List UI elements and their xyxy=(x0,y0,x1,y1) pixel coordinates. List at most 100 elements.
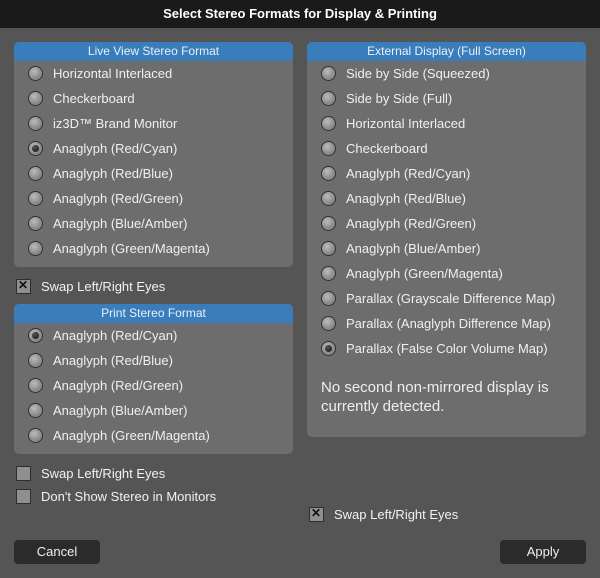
external-panel: External Display (Full Screen) Side by S… xyxy=(307,42,586,437)
liveView-option[interactable]: Anaglyph (Red/Cyan) xyxy=(14,136,293,161)
external-radio[interactable] xyxy=(321,91,336,106)
external-options: Side by Side (Squeezed) Side by Side (Ful… xyxy=(307,61,586,361)
external-radio[interactable] xyxy=(321,266,336,281)
external-option[interactable]: Anaglyph (Red/Cyan) xyxy=(307,161,586,186)
liveView-radio-label: Anaglyph (Green/Magenta) xyxy=(53,241,210,256)
external-radio-label: Parallax (Grayscale Difference Map) xyxy=(346,291,555,306)
external-option[interactable]: Side by Side (Squeezed) xyxy=(307,61,586,86)
external-radio-label: Anaglyph (Red/Cyan) xyxy=(346,166,470,181)
external-radio[interactable] xyxy=(321,341,336,356)
live-view-swap-row[interactable]: Swap Left/Right Eyes xyxy=(14,275,293,298)
external-option[interactable]: Horizontal Interlaced xyxy=(307,111,586,136)
print-radio[interactable] xyxy=(28,428,43,443)
print-radio[interactable] xyxy=(28,403,43,418)
liveView-radio[interactable] xyxy=(28,116,43,131)
liveView-radio[interactable] xyxy=(28,216,43,231)
print-swap-checkbox[interactable] xyxy=(16,466,31,481)
print-dont-show-checkbox[interactable] xyxy=(16,489,31,504)
external-swap-label: Swap Left/Right Eyes xyxy=(334,507,458,522)
external-radio-label: Anaglyph (Blue/Amber) xyxy=(346,241,480,256)
liveView-radio[interactable] xyxy=(28,166,43,181)
external-radio[interactable] xyxy=(321,291,336,306)
external-radio-label: Parallax (Anaglyph Difference Map) xyxy=(346,316,551,331)
external-option[interactable]: Anaglyph (Red/Green) xyxy=(307,211,586,236)
liveView-radio[interactable] xyxy=(28,91,43,106)
external-radio[interactable] xyxy=(321,116,336,131)
left-column: Live View Stereo Format Horizontal Inter… xyxy=(14,42,293,530)
print-swap-row[interactable]: Swap Left/Right Eyes xyxy=(14,462,293,485)
print-radio[interactable] xyxy=(28,353,43,368)
external-info-text: No second non-mirrored display is curren… xyxy=(307,361,586,417)
print-swap-label: Swap Left/Right Eyes xyxy=(41,466,165,481)
liveView-radio-label: Anaglyph (Blue/Amber) xyxy=(53,216,187,231)
external-radio-label: Side by Side (Squeezed) xyxy=(346,66,490,81)
external-radio-label: Anaglyph (Green/Magenta) xyxy=(346,266,503,281)
external-option[interactable]: Side by Side (Full) xyxy=(307,86,586,111)
print-options: Anaglyph (Red/Cyan) Anaglyph (Red/Blue) An… xyxy=(14,323,293,448)
print-option[interactable]: Anaglyph (Red/Cyan) xyxy=(14,323,293,348)
external-option[interactable]: Checkerboard xyxy=(307,136,586,161)
dialog-footer: Cancel Apply xyxy=(0,530,600,578)
external-option[interactable]: Parallax (Anaglyph Difference Map) xyxy=(307,311,586,336)
live-view-swap-checkbox[interactable] xyxy=(16,279,31,294)
external-swap-row[interactable]: Swap Left/Right Eyes xyxy=(307,503,586,526)
external-radio-label: Parallax (False Color Volume Map) xyxy=(346,341,548,356)
print-radio-label: Anaglyph (Green/Magenta) xyxy=(53,428,210,443)
liveView-radio-label: Horizontal Interlaced xyxy=(53,66,172,81)
print-dont-show-label: Don't Show Stereo in Monitors xyxy=(41,489,216,504)
dialog-title: Select Stereo Formats for Display & Prin… xyxy=(0,0,600,28)
external-radio[interactable] xyxy=(321,216,336,231)
liveView-option[interactable]: Checkerboard xyxy=(14,86,293,111)
external-radio-label: Checkerboard xyxy=(346,141,428,156)
liveView-radio-label: iz3D™ Brand Monitor xyxy=(53,116,177,131)
print-option[interactable]: Anaglyph (Green/Magenta) xyxy=(14,423,293,448)
liveView-option[interactable]: Horizontal Interlaced xyxy=(14,61,293,86)
external-radio[interactable] xyxy=(321,166,336,181)
external-radio-label: Anaglyph (Red/Green) xyxy=(346,216,476,231)
cancel-button[interactable]: Cancel xyxy=(14,540,100,564)
print-radio-label: Anaglyph (Red/Green) xyxy=(53,378,183,393)
external-header: External Display (Full Screen) xyxy=(307,42,586,61)
liveView-radio[interactable] xyxy=(28,141,43,156)
live-view-swap-label: Swap Left/Right Eyes xyxy=(41,279,165,294)
print-panel: Print Stereo Format Anaglyph (Red/Cyan)A… xyxy=(14,304,293,454)
liveView-option[interactable]: Anaglyph (Green/Magenta) xyxy=(14,236,293,261)
liveView-radio-label: Anaglyph (Red/Cyan) xyxy=(53,141,177,156)
liveView-option[interactable]: Anaglyph (Blue/Amber) xyxy=(14,211,293,236)
live-view-header: Live View Stereo Format xyxy=(14,42,293,61)
external-option[interactable]: Anaglyph (Red/Blue) xyxy=(307,186,586,211)
apply-button[interactable]: Apply xyxy=(500,540,586,564)
external-radio[interactable] xyxy=(321,66,336,81)
external-radio-label: Side by Side (Full) xyxy=(346,91,452,106)
dialog-body: Live View Stereo Format Horizontal Inter… xyxy=(0,28,600,530)
external-swap-checkbox[interactable] xyxy=(309,507,324,522)
external-option[interactable]: Anaglyph (Blue/Amber) xyxy=(307,236,586,261)
external-option[interactable]: Parallax (Grayscale Difference Map) xyxy=(307,286,586,311)
print-option[interactable]: Anaglyph (Blue/Amber) xyxy=(14,398,293,423)
external-radio[interactable] xyxy=(321,141,336,156)
print-header: Print Stereo Format xyxy=(14,304,293,323)
external-option[interactable]: Anaglyph (Green/Magenta) xyxy=(307,261,586,286)
external-radio-label: Anaglyph (Red/Blue) xyxy=(346,191,466,206)
external-radio[interactable] xyxy=(321,191,336,206)
external-option[interactable]: Parallax (False Color Volume Map) xyxy=(307,336,586,361)
liveView-option[interactable]: Anaglyph (Red/Blue) xyxy=(14,161,293,186)
live-view-options: Horizontal Interlaced Checkerboard iz3D™ B… xyxy=(14,61,293,261)
liveView-option[interactable]: Anaglyph (Red/Green) xyxy=(14,186,293,211)
liveView-radio[interactable] xyxy=(28,241,43,256)
liveView-radio[interactable] xyxy=(28,191,43,206)
live-view-panel: Live View Stereo Format Horizontal Inter… xyxy=(14,42,293,267)
liveView-radio-label: Anaglyph (Red/Blue) xyxy=(53,166,173,181)
print-dont-show-row[interactable]: Don't Show Stereo in Monitors xyxy=(14,485,293,508)
print-radio-label: Anaglyph (Red/Cyan) xyxy=(53,328,177,343)
external-radio[interactable] xyxy=(321,241,336,256)
print-option[interactable]: Anaglyph (Red/Blue) xyxy=(14,348,293,373)
dialog-window: Select Stereo Formats for Display & Prin… xyxy=(0,0,600,578)
external-radio[interactable] xyxy=(321,316,336,331)
liveView-option[interactable]: iz3D™ Brand Monitor xyxy=(14,111,293,136)
print-option[interactable]: Anaglyph (Red/Green) xyxy=(14,373,293,398)
print-radio[interactable] xyxy=(28,378,43,393)
liveView-radio[interactable] xyxy=(28,66,43,81)
print-radio[interactable] xyxy=(28,328,43,343)
liveView-radio-label: Checkerboard xyxy=(53,91,135,106)
